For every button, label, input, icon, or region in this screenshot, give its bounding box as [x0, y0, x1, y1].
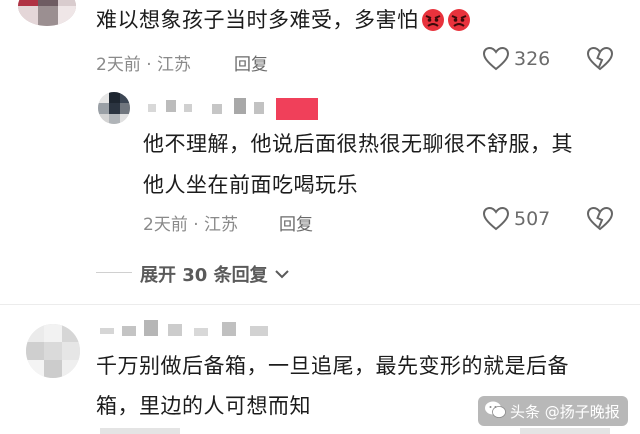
avatar-blurred-image [26, 324, 80, 378]
watermark-text: 头条 @扬子晚报 [510, 403, 620, 421]
comment-meta: 2天前 · 江苏 [143, 215, 239, 235]
angry-face-emoji-icon [447, 9, 470, 31]
avatar[interactable] [98, 92, 130, 124]
expand-replies-label: 展开 30 条回复 [140, 265, 268, 286]
like-count: 326 [514, 48, 551, 70]
like-count: 507 [514, 208, 551, 230]
heart-icon[interactable] [482, 46, 510, 72]
reply-text-line-1: 他不理解，他说后面很热很无聊很不舒服，其 [143, 132, 573, 156]
comment-meta: 2天前 · 江苏 [96, 55, 192, 75]
avatar-blurred-image [98, 92, 130, 124]
broken-heart-icon[interactable] [586, 46, 614, 72]
comment-text: 难以想象孩子当时多难受，多害怕 [96, 4, 471, 36]
reply-button[interactable]: 回复 [234, 50, 268, 75]
wechat-icon [485, 401, 506, 418]
avatar-blurred-image [18, 0, 76, 26]
reply-text: 他不理解，他说后面很热很无聊很不舒服，其 他人坐在前面吃喝玩乐 [143, 128, 573, 201]
chevron-down-icon [275, 270, 289, 279]
reply-text-line-2: 他人坐在前面吃喝玩乐 [143, 173, 358, 197]
comment-text-content: 难以想象孩子当时多难受，多害怕 [96, 8, 419, 32]
expand-divider [96, 272, 132, 273]
reply-button[interactable]: 回复 [279, 210, 313, 235]
broken-heart-icon[interactable] [586, 206, 614, 232]
avatar[interactable] [18, 0, 76, 26]
comment-text-line-1: 千万别做后备箱，一旦追尾，最先变形的就是后备 [96, 354, 569, 378]
angry-face-emoji-icon [421, 9, 444, 31]
avatar[interactable] [26, 324, 80, 378]
heart-icon[interactable] [482, 206, 510, 232]
comment-separator [0, 304, 640, 305]
expand-replies-button[interactable]: 展开 30 条回复 [140, 261, 290, 287]
